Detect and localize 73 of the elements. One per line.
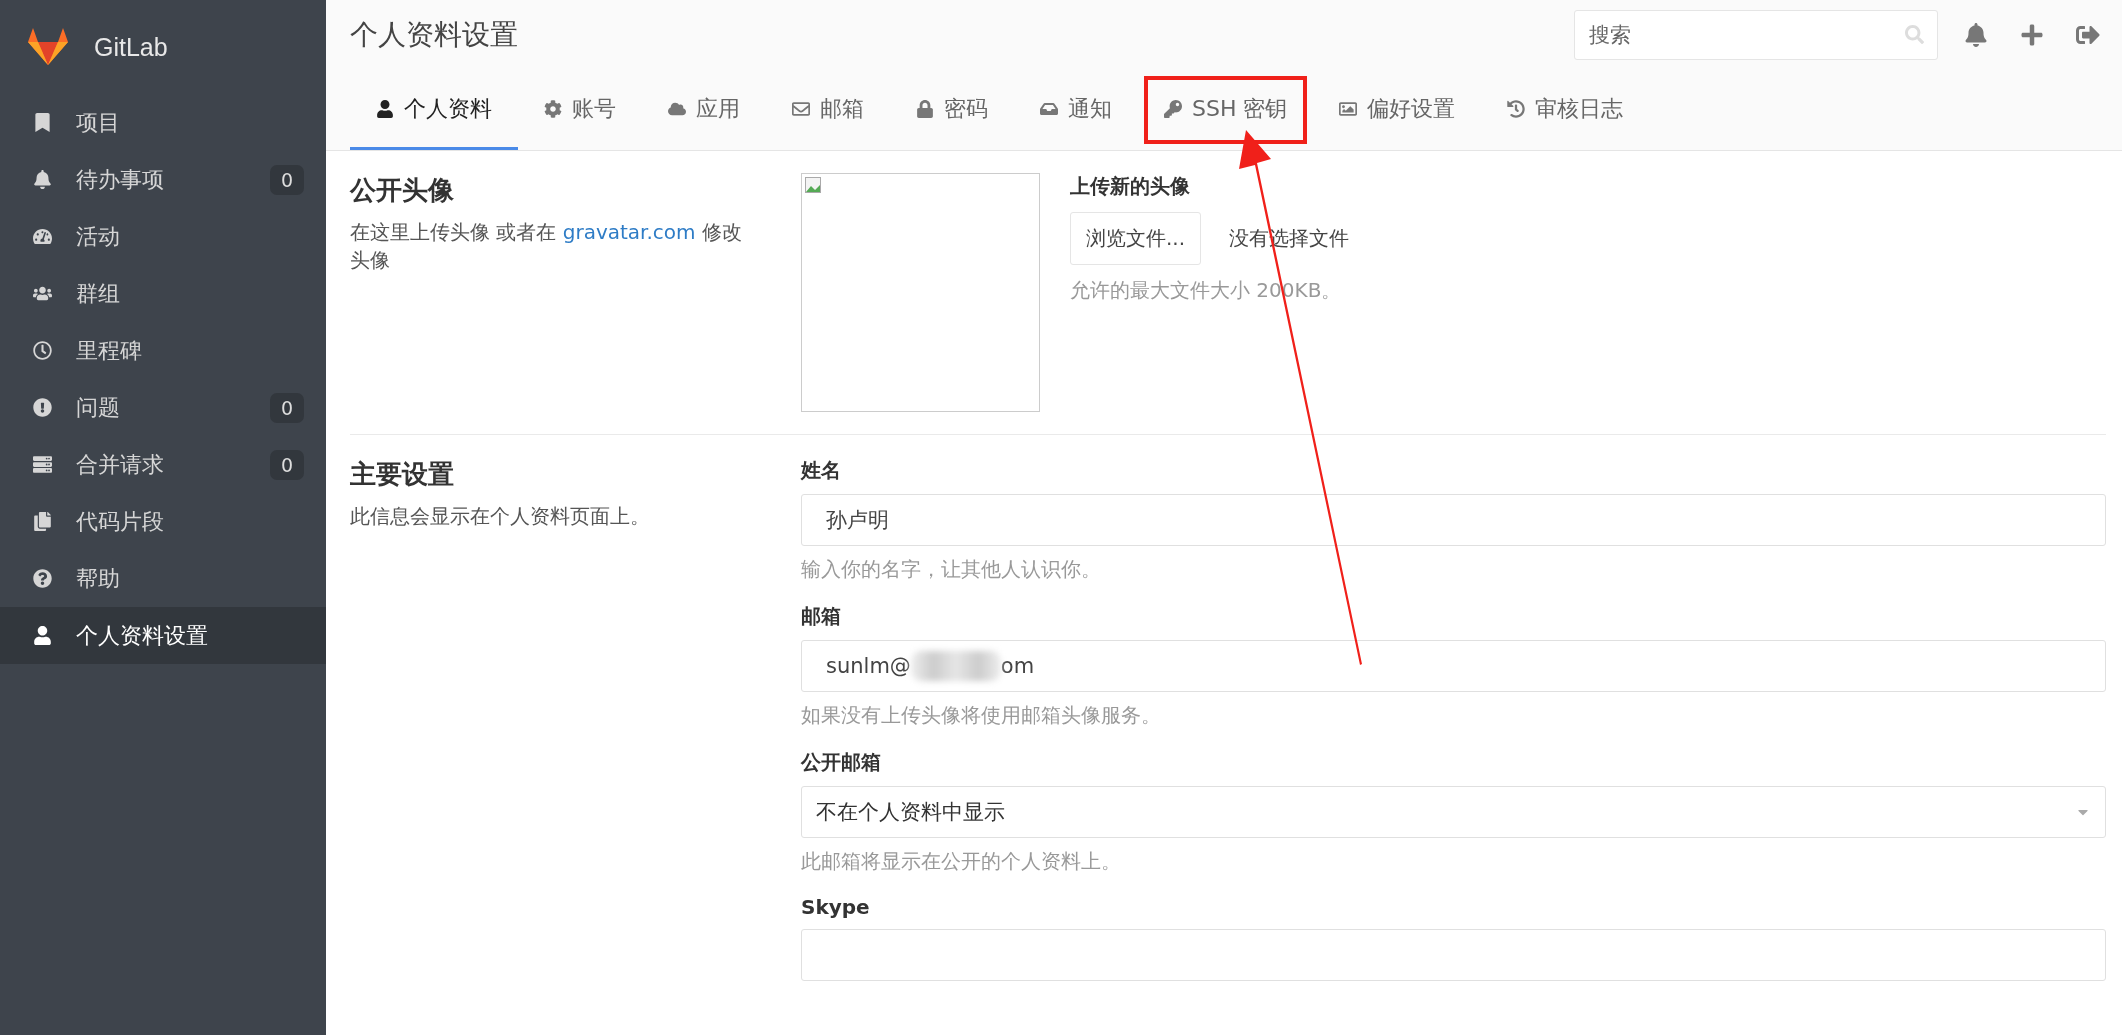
sidebar-label: 里程碑	[76, 336, 143, 365]
sidebar-label: 帮助	[76, 564, 121, 593]
field-hint: 输入你的名字，让其他人认识你。	[801, 556, 1102, 583]
search-icon	[1905, 25, 1924, 44]
field-label: Skype	[801, 895, 871, 919]
user-icon	[32, 626, 52, 645]
history-icon	[1507, 99, 1526, 118]
brand-name: GitLab	[94, 32, 168, 62]
sidebar-label: 代码片段	[76, 507, 165, 536]
sidebar-item[interactable]: 合并请求 0	[0, 436, 326, 493]
tab[interactable]: 账号	[518, 70, 642, 150]
settings-icon	[544, 99, 562, 118]
search-field[interactable]: 搜索	[1574, 10, 1938, 60]
sidebar-label: 待办事项	[76, 165, 165, 194]
sidebar-item[interactable]: 个人资料设置	[0, 607, 326, 664]
bookmark-icon	[32, 113, 52, 132]
copy-icon	[32, 512, 52, 531]
sidebar-item[interactable]: 问题 0	[0, 379, 326, 436]
section-title: 公开头像	[350, 174, 455, 207]
group-icon	[32, 284, 52, 303]
field-hint: 此邮箱将显示在公开的个人资料上。	[801, 848, 1122, 875]
sidebar-item[interactable]: 里程碑	[0, 322, 326, 379]
key-icon	[1164, 99, 1182, 118]
server-icon	[32, 455, 52, 474]
section-description: 在这里上传头像 或者在 gravatar.com 修改头像	[350, 219, 743, 274]
sidebar-item[interactable]: 群组	[0, 265, 326, 322]
tab[interactable]: 应用	[642, 70, 766, 150]
sidebar-item[interactable]: 帮助	[0, 550, 326, 607]
text-field[interactable]: 孙卢明	[801, 494, 2106, 546]
email-field[interactable]: sunlm@ om	[801, 640, 2106, 692]
help-icon	[32, 569, 52, 588]
tab[interactable]: 个人资料	[350, 70, 518, 150]
select-field[interactable]: 不在个人资料中显示	[801, 786, 2106, 838]
sidebar-item[interactable]: 活动	[0, 208, 326, 265]
broken-image-icon	[805, 177, 821, 193]
browse-files-button[interactable]: 浏览文件...	[1070, 212, 1202, 265]
sidebar-label: 活动	[76, 222, 121, 251]
text-field[interactable]	[801, 929, 2106, 981]
exclamation-icon	[32, 398, 52, 417]
envelope-icon	[792, 99, 810, 118]
field-label: 公开邮箱	[801, 749, 882, 776]
tab[interactable]: 审核日志	[1481, 70, 1650, 150]
bell-icon	[32, 170, 52, 189]
tab[interactable]: 偏好设置	[1313, 70, 1482, 150]
upload-title: 上传新的头像	[1070, 173, 1191, 200]
sidebar-item[interactable]: 代码片段	[0, 493, 326, 550]
sidebar-item[interactable]: 待办事项 0	[0, 151, 326, 208]
image-icon	[1339, 99, 1358, 118]
user-icon	[376, 99, 394, 118]
sidebar-label: 问题	[76, 393, 121, 422]
sidebar-label: 个人资料设置	[76, 621, 209, 650]
sidebar-label: 合并请求	[76, 450, 165, 479]
tab[interactable]: 密码	[890, 70, 1014, 150]
sidebar-label: 群组	[76, 279, 121, 308]
dashboard-icon	[32, 227, 52, 246]
tab[interactable]: 邮箱	[766, 70, 890, 150]
lock-icon	[916, 99, 934, 118]
field-hint: 如果没有上传头像将使用邮箱头像服务。	[801, 702, 1162, 729]
tab[interactable]: 通知	[1014, 70, 1138, 150]
count-badge: 0	[269, 392, 304, 423]
section-title: 主要设置	[350, 458, 455, 491]
count-badge: 0	[269, 449, 304, 480]
field-label: 邮箱	[801, 603, 842, 630]
section-description: 此信息会显示在个人资料页面上。	[350, 503, 651, 530]
sidebar-label: 项目	[76, 108, 121, 137]
sidebar-item[interactable]: 项目	[0, 94, 326, 151]
page-title: 个人资料设置	[350, 17, 519, 53]
fox-logo-icon	[28, 28, 68, 66]
count-badge: 0	[269, 164, 304, 195]
clock-icon	[32, 341, 52, 360]
field-label: 姓名	[801, 457, 842, 484]
gravatar-link[interactable]: gravatar.com	[562, 220, 696, 244]
tab[interactable]: SSH 密钥	[1138, 70, 1314, 150]
